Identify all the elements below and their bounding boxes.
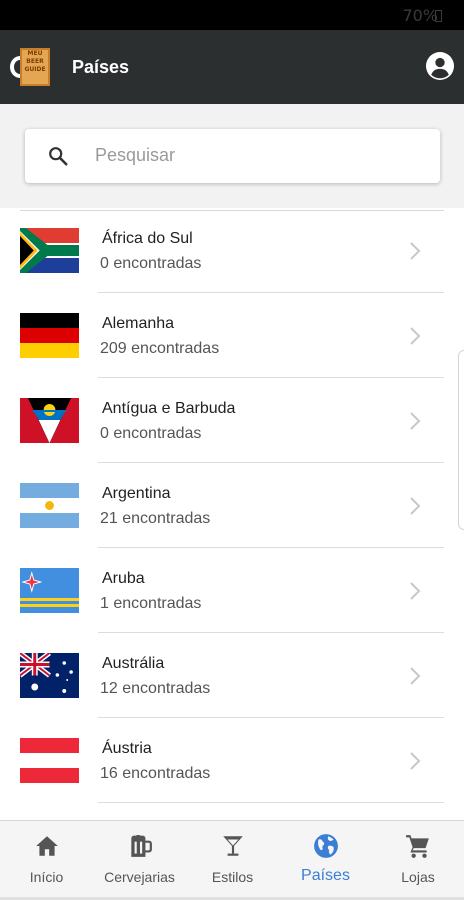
search-input[interactable]: Pesquisar	[25, 129, 440, 183]
argentina-flag-icon	[20, 483, 79, 528]
nav-label: Lojas	[401, 869, 435, 885]
south-africa-flag-icon	[20, 228, 79, 273]
chevron-right-icon	[410, 752, 421, 770]
nav-item-lojas[interactable]: Lojas	[372, 821, 464, 900]
aruba-flag-icon	[20, 568, 79, 613]
chevron-right-icon	[410, 582, 421, 600]
chevron-right-icon	[410, 497, 421, 515]
country-name: Austrália	[102, 655, 165, 672]
logo-text-2: BEER	[26, 58, 44, 65]
row-divider	[98, 802, 444, 803]
app-logo: MEU BEER GUIDE	[10, 48, 50, 86]
home-icon	[35, 836, 58, 856]
list-item-australia[interactable]: Austrália 12 encontradas	[0, 633, 464, 718]
chevron-right-icon	[410, 667, 421, 685]
account-icon[interactable]	[426, 52, 454, 80]
logo-book: MEU BEER GUIDE	[20, 48, 50, 86]
chevron-right-icon	[410, 327, 421, 345]
list-item-alemanha[interactable]: Alemanha 209 encontradas	[0, 293, 464, 378]
list-item-aruba[interactable]: Aruba 1 encontradas	[0, 548, 464, 633]
bottom-navigation: Início Cervejarias Estilos Países Lojas	[0, 820, 464, 900]
logo-text-3: GUIDE	[24, 66, 46, 73]
chevron-right-icon	[410, 412, 421, 430]
list-item-argentina[interactable]: Argentina 21 encontradas	[0, 463, 464, 548]
app-bar: MEU BEER GUIDE Países	[0, 30, 464, 104]
beer-mug-icon	[130, 834, 152, 857]
status-bar: 70%	[0, 0, 464, 30]
country-list[interactable]: África do Sul 0 encontradas Alemanha 209…	[0, 208, 464, 820]
country-name: África do Sul	[102, 230, 193, 247]
nav-item-estilos[interactable]: Estilos	[186, 821, 279, 900]
nav-label: Início	[29, 869, 64, 885]
antigua-barbuda-flag-icon	[20, 398, 79, 443]
list-item-africa-do-sul[interactable]: África do Sul 0 encontradas	[0, 208, 464, 293]
page-title: Países	[72, 57, 130, 77]
shopping-cart-icon	[406, 835, 429, 858]
country-name: Aruba	[102, 570, 145, 587]
nav-item-paises[interactable]: Países	[279, 821, 372, 900]
battery-icon	[435, 10, 442, 22]
nav-label: Cervejarias	[104, 869, 175, 885]
country-count: 0 encontradas	[100, 255, 202, 272]
country-count: 21 encontradas	[100, 510, 211, 527]
chevron-right-icon	[410, 242, 421, 260]
country-count: 0 encontradas	[100, 425, 202, 442]
battery-level: 70%	[402, 6, 438, 25]
search-icon	[49, 147, 68, 166]
germany-flag-icon	[20, 313, 79, 358]
country-name: Áustria	[102, 740, 152, 757]
globe-icon	[313, 834, 338, 858]
country-name: Antígua e Barbuda	[102, 400, 236, 417]
country-name: Alemanha	[102, 315, 175, 332]
scrollbar-thumb[interactable]	[458, 350, 464, 530]
nav-item-inicio[interactable]: Início	[0, 821, 93, 900]
nav-label: Países	[301, 867, 350, 884]
nav-label: Estilos	[211, 869, 254, 885]
country-count: 1 encontradas	[100, 595, 202, 612]
nav-item-cervejarias[interactable]: Cervejarias	[93, 821, 186, 900]
search-area: Pesquisar	[0, 104, 464, 208]
list-item-antigua-e-barbuda[interactable]: Antígua e Barbuda 0 encontradas	[0, 378, 464, 463]
austria-flag-icon	[20, 738, 79, 783]
country-count: 16 encontradas	[100, 765, 211, 782]
search-placeholder: Pesquisar	[95, 145, 176, 165]
country-name: Argentina	[102, 485, 171, 502]
country-count: 209 encontradas	[100, 340, 220, 357]
logo-text-1: MEU	[27, 50, 43, 57]
list-item-austria[interactable]: Áustria 16 encontradas	[0, 718, 464, 803]
australia-flag-icon	[20, 653, 79, 698]
cocktail-glass-icon	[222, 836, 243, 856]
country-count: 12 encontradas	[100, 680, 211, 697]
